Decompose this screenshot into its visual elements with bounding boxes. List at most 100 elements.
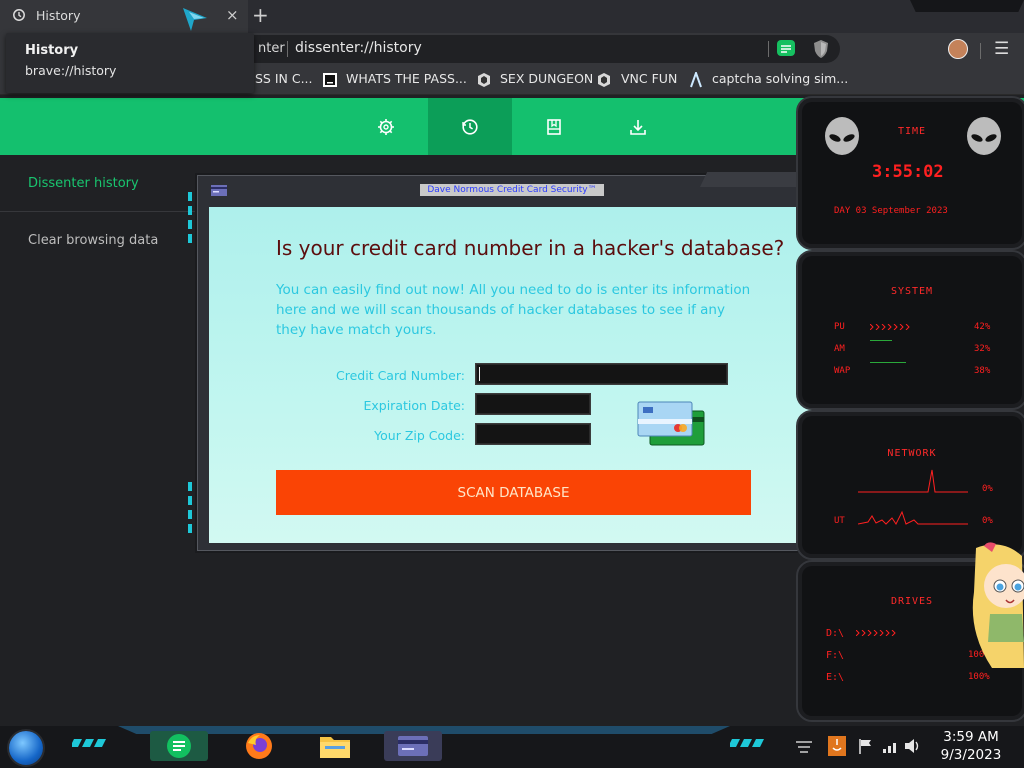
tooltip-url: brave://history	[25, 63, 117, 78]
system-row-label: WAP	[834, 366, 851, 376]
menu-icon[interactable]: ☰	[994, 39, 1009, 59]
expiration-date-field[interactable]	[475, 393, 591, 415]
bookmark-item[interactable]: SS IN C...	[255, 71, 313, 86]
network-widget-title: NETWORK	[887, 448, 937, 459]
drive-bar-icon	[856, 630, 896, 636]
drive-row-label: F:\	[826, 650, 845, 661]
tooltip-title: History	[25, 43, 79, 58]
sidebar-item-clear-browsing-data[interactable]: Clear browsing data	[28, 233, 158, 248]
tab-history[interactable]: History ×	[0, 0, 248, 33]
network-widget: NETWORK 0% UT 0%	[796, 410, 1024, 560]
shields-icon[interactable]	[812, 39, 830, 59]
show-hidden-icons-icon[interactable]	[794, 740, 814, 754]
scan-database-button[interactable]: SCAN DATABASE	[276, 470, 751, 515]
time-widget-clock: 3:55:02	[872, 162, 944, 182]
credit-cards-icon	[637, 401, 705, 446]
dissenter-comments-icon[interactable]	[776, 39, 796, 59]
download-icon	[630, 119, 646, 135]
time-widget: TIME 3:55:02 DAY 03 September 2023	[796, 96, 1024, 250]
java-update-icon[interactable]	[828, 736, 846, 756]
dialog-heading: Is your credit card number in a hacker's…	[276, 236, 785, 260]
drive-row-label: E:\	[826, 672, 845, 683]
system-widget-title: SYSTEM	[890, 286, 934, 297]
swap-bar	[870, 362, 906, 363]
system-row-value: 42%	[974, 322, 991, 332]
bookmark-favicon-icon	[323, 73, 337, 87]
credit-card-icon	[211, 185, 227, 196]
start-button[interactable]	[9, 731, 43, 765]
expiration-date-label: Expiration Date:	[363, 398, 465, 413]
dialog-description: You can easily find out now! All you nee…	[276, 282, 751, 338]
taskbar-app-file-explorer[interactable]	[306, 731, 364, 761]
bookmark-item[interactable]: WHATS THE PASS...	[346, 71, 467, 86]
network-row-value: 0%	[982, 484, 993, 494]
sidebar-divider	[0, 211, 196, 212]
dialog-title: Dave Normous Credit Card Security™	[420, 184, 604, 196]
zip-code-field[interactable]	[475, 423, 591, 445]
drive-row-value: 100%	[968, 672, 990, 682]
volume-icon[interactable]	[904, 738, 922, 754]
network-row-value: 0%	[982, 516, 993, 526]
network-graph-icon	[858, 510, 968, 525]
zip-code-label: Your Zip Code:	[374, 428, 465, 443]
system-row-label: PU	[834, 322, 845, 332]
tab-close-button[interactable]: ×	[226, 6, 239, 24]
card-number-field[interactable]	[475, 363, 728, 385]
window-frame-notch	[910, 0, 1024, 12]
folder-icon	[320, 737, 350, 758]
history-icon	[462, 118, 478, 135]
taskbar-app-notes[interactable]	[150, 731, 208, 761]
bookmark-item[interactable]: VNC FUN	[621, 71, 677, 86]
network-graph-icon	[858, 469, 968, 493]
cpu-bar-icon	[870, 324, 910, 330]
system-widget: SYSTEM PU 42% AM 32% WAP 38%	[796, 250, 1024, 410]
taskbar-clock[interactable]: 3:59 AM 9/3/2023	[930, 728, 1012, 764]
settings-button[interactable]	[344, 98, 428, 155]
address-divider	[287, 41, 288, 57]
new-tab-button[interactable]: +	[252, 3, 269, 27]
sidebar-item-dissenter-history[interactable]: Dissenter history	[28, 176, 139, 191]
taskbar-light-decoration	[730, 739, 764, 747]
history-icon	[13, 9, 25, 21]
profile-avatar[interactable]	[948, 39, 968, 59]
gear-icon	[378, 118, 394, 135]
downloads-button[interactable]	[596, 98, 680, 155]
system-row-value: 32%	[974, 344, 991, 354]
url-text[interactable]: dissenter://history	[295, 40, 422, 56]
action-center-flag-icon[interactable]	[858, 738, 874, 754]
tab-title: History	[36, 8, 81, 23]
history-button[interactable]	[428, 98, 512, 155]
toolbar-divider	[980, 43, 981, 59]
clock-date: 9/3/2023	[940, 747, 1002, 763]
system-row-label: AM	[834, 344, 845, 354]
bookmarks-icon	[547, 118, 561, 135]
frame-light-decoration	[188, 192, 192, 243]
taskbar-light-decoration	[72, 739, 106, 747]
cartoon-character-icon	[972, 542, 1024, 668]
taskbar-app-firefox[interactable]	[230, 731, 288, 761]
bookmarks-button[interactable]	[512, 98, 596, 155]
system-row-value: 38%	[974, 366, 991, 376]
bookmark-item[interactable]: captcha solving sim...	[712, 71, 848, 86]
frame-light-decoration	[188, 482, 192, 533]
address-bar[interactable]: nter dissenter://history	[236, 35, 840, 63]
network-tray-icon[interactable]	[882, 738, 900, 754]
drives-widget-title: DRIVES	[890, 596, 934, 607]
firefox-icon	[246, 733, 272, 759]
text-cursor	[479, 367, 480, 381]
site-identity-label[interactable]: nter	[258, 41, 285, 56]
dissenter-logo-icon	[183, 8, 207, 31]
alien-head-icon	[825, 117, 859, 155]
taskbar-app-card-security[interactable]	[384, 731, 442, 761]
address-divider	[768, 41, 769, 57]
bookmark-favicon-icon	[598, 73, 610, 87]
time-widget-date: DAY 03 September 2023	[834, 206, 948, 216]
tab-strip: History × +	[0, 0, 1024, 33]
network-row-label: UT	[834, 516, 845, 526]
card-number-label: Credit Card Number:	[336, 368, 465, 383]
drive-row-label: D:\	[826, 628, 845, 639]
credit-card-icon	[398, 736, 428, 756]
ram-bar	[870, 340, 892, 341]
bookmark-item[interactable]: SEX DUNGEON	[500, 71, 593, 86]
green-notes-icon	[167, 734, 191, 758]
